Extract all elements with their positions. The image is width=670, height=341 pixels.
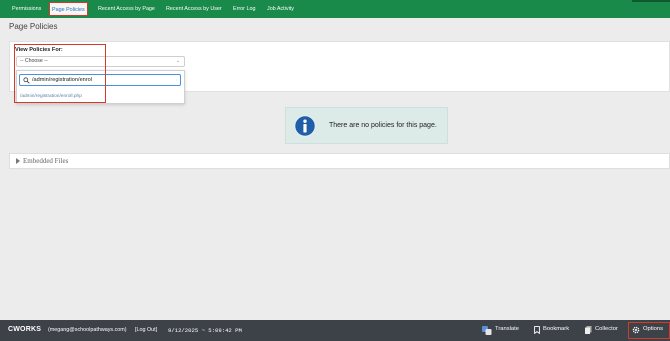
page-title: Page Policies [9,22,58,31]
tab-recent-access-by-user[interactable]: Recent Access by User [164,2,224,16]
bookmark-label: Bookmark [543,326,570,332]
view-policies-label: View Policies For: [15,47,63,53]
expand-triangle-icon [16,158,20,164]
logout-link[interactable]: [Log Out] [135,327,157,333]
collector-label: Collector [595,326,618,332]
tab-recent-access-by-page[interactable]: Recent Access by Page [96,2,157,16]
tab-permissions[interactable]: Permissions [10,2,43,16]
info-icon [294,115,316,137]
bookmark-button[interactable]: Bookmark [534,326,570,334]
search-icon [23,77,30,84]
embedded-files-section[interactable]: Embedded Files [9,153,670,169]
search-input-value: /admin/registration/enrol [32,77,93,83]
page-select-value: -- Choose -- [20,58,48,64]
tab-job-activity[interactable]: Job Activity [265,2,296,16]
dropdown-search-input[interactable]: /admin/registration/enrol [19,74,181,86]
collector-button[interactable]: Collector [585,326,618,334]
top-nav: Permissions Page Policies Recent Access … [0,0,670,18]
footer-brand: CWORKS [8,326,42,333]
footer-user-email: (megang@schoolpathways.com) [48,327,127,333]
notice-message: There are no policies for this page. [329,122,437,129]
collector-icon [585,326,592,334]
page-select[interactable]: -- Choose -- ⌄ [16,56,185,67]
no-policies-notice: There are no policies for this page. [285,107,448,144]
nav-accent-bar [632,0,670,2]
tab-error-log[interactable]: Error Log [231,2,257,16]
footer-bar: CWORKS (megang@schoolpathways.com) [Log … [0,320,670,341]
bookmark-icon [534,326,540,334]
translate-icon [482,326,492,335]
translate-label: Translate [495,326,519,332]
footer-timestamp: 9/12/2025 ~ 5:09:42 PM [168,327,242,334]
tab-page-policies[interactable]: Page Policies [49,2,88,16]
translate-button[interactable]: Translate [482,326,519,335]
dropdown-result-item[interactable]: /admin/registration/enroll.php [20,94,82,99]
chevron-down-icon: ⌄ [175,58,180,64]
options-highlight-box [628,322,670,339]
embedded-files-label: Embedded Files [23,157,69,165]
